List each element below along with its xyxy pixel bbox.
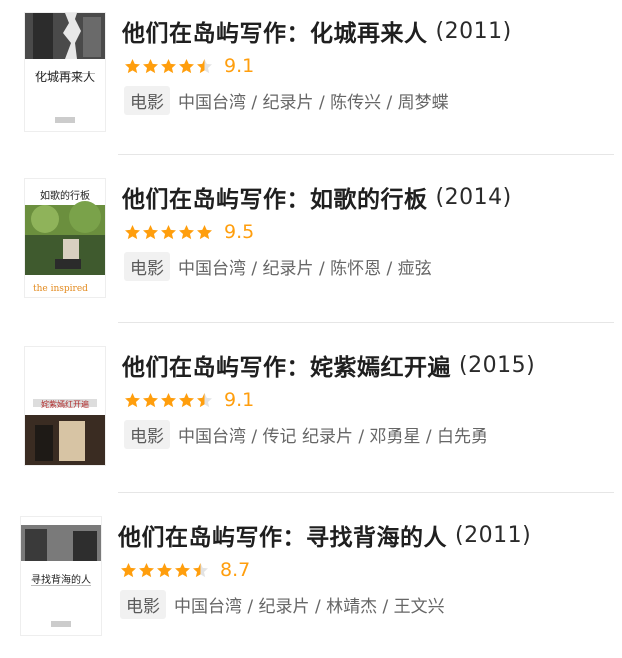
star-icon — [179, 58, 194, 73]
movie-year: (2011) — [435, 18, 512, 44]
rating: 9.1 — [124, 388, 254, 412]
rating-score: 9.1 — [224, 389, 255, 411]
movie-list: 化城再来人 他们在岛屿写作：化城再来人 (2011) 9.1 电影 中国台湾 /… — [0, 0, 622, 636]
star-icon — [139, 562, 154, 577]
divider — [118, 322, 614, 323]
movie-poster[interactable]: 寻找背海的人 — [20, 516, 102, 636]
star-icon — [125, 58, 140, 73]
star-icon — [161, 392, 176, 407]
star-icon — [121, 562, 136, 577]
type-tag: 电影 — [124, 419, 170, 449]
star-rating — [120, 562, 210, 579]
star-icon — [143, 58, 158, 73]
movie-poster[interactable]: the inspired 如歌的行板 — [24, 178, 106, 298]
star-icon — [175, 562, 190, 577]
divider — [118, 154, 614, 155]
movie-meta-text: 中国台湾 / 纪录片 / 陈怀恩 / 痖弦 — [178, 258, 432, 279]
rating: 8.7 — [120, 558, 250, 582]
movie-meta: 电影 中国台湾 / 纪录片 / 陈怀恩 / 痖弦 — [124, 251, 432, 281]
movie-title-text: 他们在岛屿写作：如歌的行板 — [122, 187, 428, 213]
star-icon — [193, 562, 208, 577]
star-rating — [124, 58, 214, 75]
movie-item[interactable]: the inspired 如歌的行板 他们在岛屿写作：如歌的行板 (2014) … — [0, 170, 622, 323]
poster-title-text: 如歌的行板 — [40, 191, 90, 202]
star-icon — [143, 224, 158, 239]
rating-score: 8.7 — [220, 559, 251, 581]
star-icon — [161, 58, 176, 73]
star-icon — [179, 224, 194, 239]
movie-title[interactable]: 他们在岛屿写作：寻找背海的人 (2011) — [118, 518, 531, 552]
movie-title[interactable]: 他们在岛屿写作：姹紫嫣红开遍 (2015) — [122, 348, 535, 382]
rating: 9.1 — [124, 54, 254, 78]
star-icon — [197, 392, 212, 407]
movie-title[interactable]: 他们在岛屿写作：如歌的行板 (2014) — [122, 180, 512, 214]
star-icon — [161, 224, 176, 239]
movie-meta: 电影 中国台湾 / 传记 纪录片 / 邓勇星 / 白先勇 — [124, 419, 489, 449]
movie-meta-text: 中国台湾 / 纪录片 / 林靖杰 / 王文兴 — [174, 596, 445, 617]
rating: 9.5 — [124, 220, 254, 244]
star-icon — [143, 392, 158, 407]
poster-title-text: 化城再来人 — [34, 70, 95, 84]
svg-text:the inspired: the inspired — [33, 284, 88, 294]
star-icon — [125, 392, 140, 407]
movie-poster[interactable]: 姹紫嫣红开遍 — [24, 346, 106, 466]
movie-meta: 电影 中国台湾 / 纪录片 / 陈传兴 / 周梦蝶 — [124, 85, 449, 115]
movie-item[interactable]: 寻找背海的人 他们在岛屿写作：寻找背海的人 (2011) 8.7 电影 中国台湾… — [0, 508, 622, 658]
type-tag: 电影 — [120, 589, 166, 619]
type-tag: 电影 — [124, 251, 170, 281]
movie-item[interactable]: 姹紫嫣红开遍 他们在岛屿写作：姹紫嫣红开遍 (2015) 9.1 电影 中国台湾… — [0, 338, 622, 493]
movie-meta-text: 中国台湾 / 纪录片 / 陈传兴 / 周梦蝶 — [178, 92, 449, 113]
movie-year: (2014) — [435, 184, 512, 210]
star-rating — [124, 392, 214, 409]
movie-meta-text: 中国台湾 / 传记 纪录片 / 邓勇星 / 白先勇 — [178, 426, 489, 447]
type-tag: 电影 — [124, 85, 170, 115]
star-icon — [157, 562, 172, 577]
movie-year: (2011) — [455, 522, 532, 548]
star-icon — [125, 224, 140, 239]
movie-title-text: 他们在岛屿写作：寻找背海的人 — [118, 525, 447, 551]
movie-title-text: 他们在岛屿写作：姹紫嫣红开遍 — [122, 355, 451, 381]
poster-title-text: 姹紫嫣红开遍 — [41, 400, 89, 409]
star-icon — [179, 392, 194, 407]
rating-score: 9.1 — [224, 55, 255, 77]
movie-meta: 电影 中国台湾 / 纪录片 / 林靖杰 / 王文兴 — [120, 589, 445, 619]
movie-year: (2015) — [459, 352, 536, 378]
rating-score: 9.5 — [224, 221, 255, 243]
divider — [118, 492, 614, 493]
movie-item[interactable]: 化城再来人 他们在岛屿写作：化城再来人 (2011) 9.1 电影 中国台湾 /… — [0, 4, 622, 155]
star-icon — [197, 224, 212, 239]
movie-title[interactable]: 他们在岛屿写作：化城再来人 (2011) — [122, 14, 512, 48]
star-icon — [197, 58, 212, 73]
movie-poster[interactable]: 化城再来人 — [24, 12, 106, 132]
star-rating — [124, 224, 214, 241]
movie-title-text: 他们在岛屿写作：化城再来人 — [122, 21, 428, 47]
poster-title-text: 寻找背海的人 — [31, 575, 91, 586]
